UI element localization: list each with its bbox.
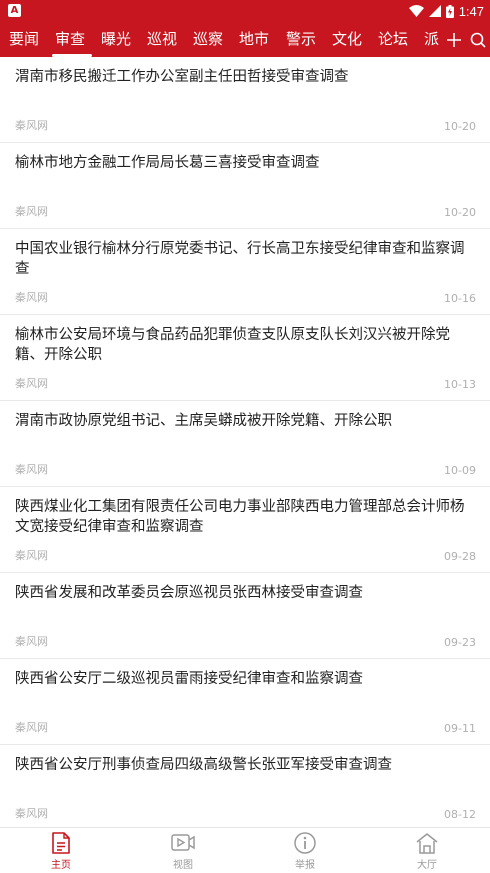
- tab-dishi[interactable]: 地市: [239, 22, 269, 57]
- article-source: 秦风网: [15, 549, 48, 562]
- tab-xuncha[interactable]: 巡察: [193, 22, 223, 57]
- tab-wenhua[interactable]: 文化: [332, 22, 362, 57]
- article-title: 榆林市地方金融工作局局长葛三喜接受审查调查: [15, 155, 320, 171]
- list-item[interactable]: 中国农业银行榆林分行原党委书记、行长高卫东接受纪律审查和监察调查 秦风网 10-…: [0, 229, 490, 315]
- tab-luntan[interactable]: 论坛: [378, 22, 408, 57]
- house-icon: [416, 833, 438, 854]
- document-icon: [52, 832, 70, 854]
- article-date: 10-20: [444, 206, 476, 219]
- article-source: 秦风网: [15, 291, 48, 304]
- article-date: 10-13: [444, 378, 476, 391]
- article-source: 秦风网: [15, 721, 48, 734]
- bottom-tab-view[interactable]: 视图: [122, 828, 244, 873]
- article-title: 陕西省发展和改革委员会原巡视员张西林接受审查调查: [15, 585, 363, 601]
- list-item[interactable]: 渭南市政协原党组书记、主席吴蟒成被开除党籍、开除公职 秦风网 10-09: [0, 401, 490, 487]
- bottom-tab-label: 主页: [51, 860, 71, 871]
- tab-jingshi[interactable]: 警示: [286, 22, 316, 57]
- article-title: 渭南市政协原党组书记、主席吴蟒成被开除党籍、开除公职: [15, 413, 392, 429]
- list-item[interactable]: 陕西省公安厅刑事侦查局四级高级警长张亚军接受审查调查 秦风网 08-12: [0, 745, 490, 827]
- article-title: 陕西煤业化工集团有限责任公司电力事业部陕西电力管理部总会计师杨文宽接受纪律审查和…: [15, 499, 465, 535]
- article-source: 秦风网: [15, 807, 48, 820]
- article-list: 渭南市移民搬迁工作办公室副主任田哲接受审查调查 秦风网 10-20 榆林市地方金…: [0, 57, 490, 827]
- article-source: 秦风网: [15, 205, 48, 218]
- bottom-tab-report[interactable]: 举报: [244, 828, 366, 873]
- article-title: 中国农业银行榆林分行原党委书记、行长高卫东接受纪律审查和监察调查: [15, 241, 465, 277]
- article-date: 10-09: [444, 464, 476, 477]
- plus-icon[interactable]: [446, 32, 462, 48]
- channel-nav: 要闻 审查 曝光 巡视 巡察 地市 警示 文化 论坛 派: [0, 22, 490, 57]
- article-date: 09-28: [444, 550, 476, 563]
- list-item[interactable]: 陕西省公安厅二级巡视员雷雨接受纪律审查和监察调查 秦风网 09-11: [0, 659, 490, 745]
- tab-pai[interactable]: 派: [424, 22, 439, 57]
- bottom-tab-label: 举报: [295, 860, 315, 871]
- article-date: 10-20: [444, 120, 476, 133]
- status-bar: A 1:47: [0, 0, 490, 22]
- article-source: 秦风网: [15, 463, 48, 476]
- article-source: 秦风网: [15, 635, 48, 648]
- list-item[interactable]: 榆林市地方金融工作局局长葛三喜接受审查调查 秦风网 10-20: [0, 143, 490, 229]
- article-title: 陕西省公安厅二级巡视员雷雨接受纪律审查和监察调查: [15, 671, 363, 687]
- notification-app-icon: A: [8, 4, 21, 17]
- bottom-tab-label: 大厅: [417, 860, 437, 871]
- signal-icon: [428, 5, 441, 17]
- article-date: 10-16: [444, 292, 476, 305]
- clock: 1:47: [458, 3, 484, 19]
- tab-shencha[interactable]: 审查: [55, 22, 85, 57]
- article-source: 秦风网: [15, 119, 48, 132]
- wifi-icon: [408, 5, 424, 17]
- article-title: 陕西省公安厅刑事侦查局四级高级警长张亚军接受审查调查: [15, 757, 392, 773]
- tab-yaowen[interactable]: 要闻: [9, 22, 39, 57]
- article-date: 09-23: [444, 636, 476, 649]
- info-icon: [294, 832, 316, 854]
- video-icon: [171, 834, 195, 851]
- bottom-tab-home[interactable]: 主页: [0, 828, 122, 873]
- tab-baoguang[interactable]: 曝光: [101, 22, 131, 57]
- list-item[interactable]: 渭南市移民搬迁工作办公室副主任田哲接受审查调查 秦风网 10-20: [0, 57, 490, 143]
- nav-actions: [446, 22, 486, 57]
- list-item[interactable]: 陕西省发展和改革委员会原巡视员张西林接受审查调查 秦风网 09-23: [0, 573, 490, 659]
- bottom-tab-label: 视图: [173, 860, 193, 871]
- search-icon[interactable]: [470, 32, 486, 48]
- channel-tabs: 要闻 审查 曝光 巡视 巡察 地市 警示 文化 论坛 派: [0, 22, 440, 57]
- status-icons: 1:47: [408, 0, 484, 22]
- battery-icon: [445, 4, 454, 18]
- article-source: 秦风网: [15, 377, 48, 390]
- tab-xunshi[interactable]: 巡视: [147, 22, 177, 57]
- bottom-tab-hall[interactable]: 大厅: [366, 828, 488, 873]
- list-item[interactable]: 陕西煤业化工集团有限责任公司电力事业部陕西电力管理部总会计师杨文宽接受纪律审查和…: [0, 487, 490, 573]
- article-title: 渭南市移民搬迁工作办公室副主任田哲接受审查调查: [15, 69, 349, 85]
- article-date: 08-12: [444, 808, 476, 821]
- article-title: 榆林市公安局环境与食品药品犯罪侦查支队原支队长刘汉兴被开除党籍、开除公职: [15, 327, 450, 363]
- article-date: 09-11: [444, 722, 476, 735]
- bottom-nav: 主页 视图 举报 大厅: [0, 827, 490, 872]
- list-item[interactable]: 榆林市公安局环境与食品药品犯罪侦查支队原支队长刘汉兴被开除党籍、开除公职 秦风网…: [0, 315, 490, 401]
